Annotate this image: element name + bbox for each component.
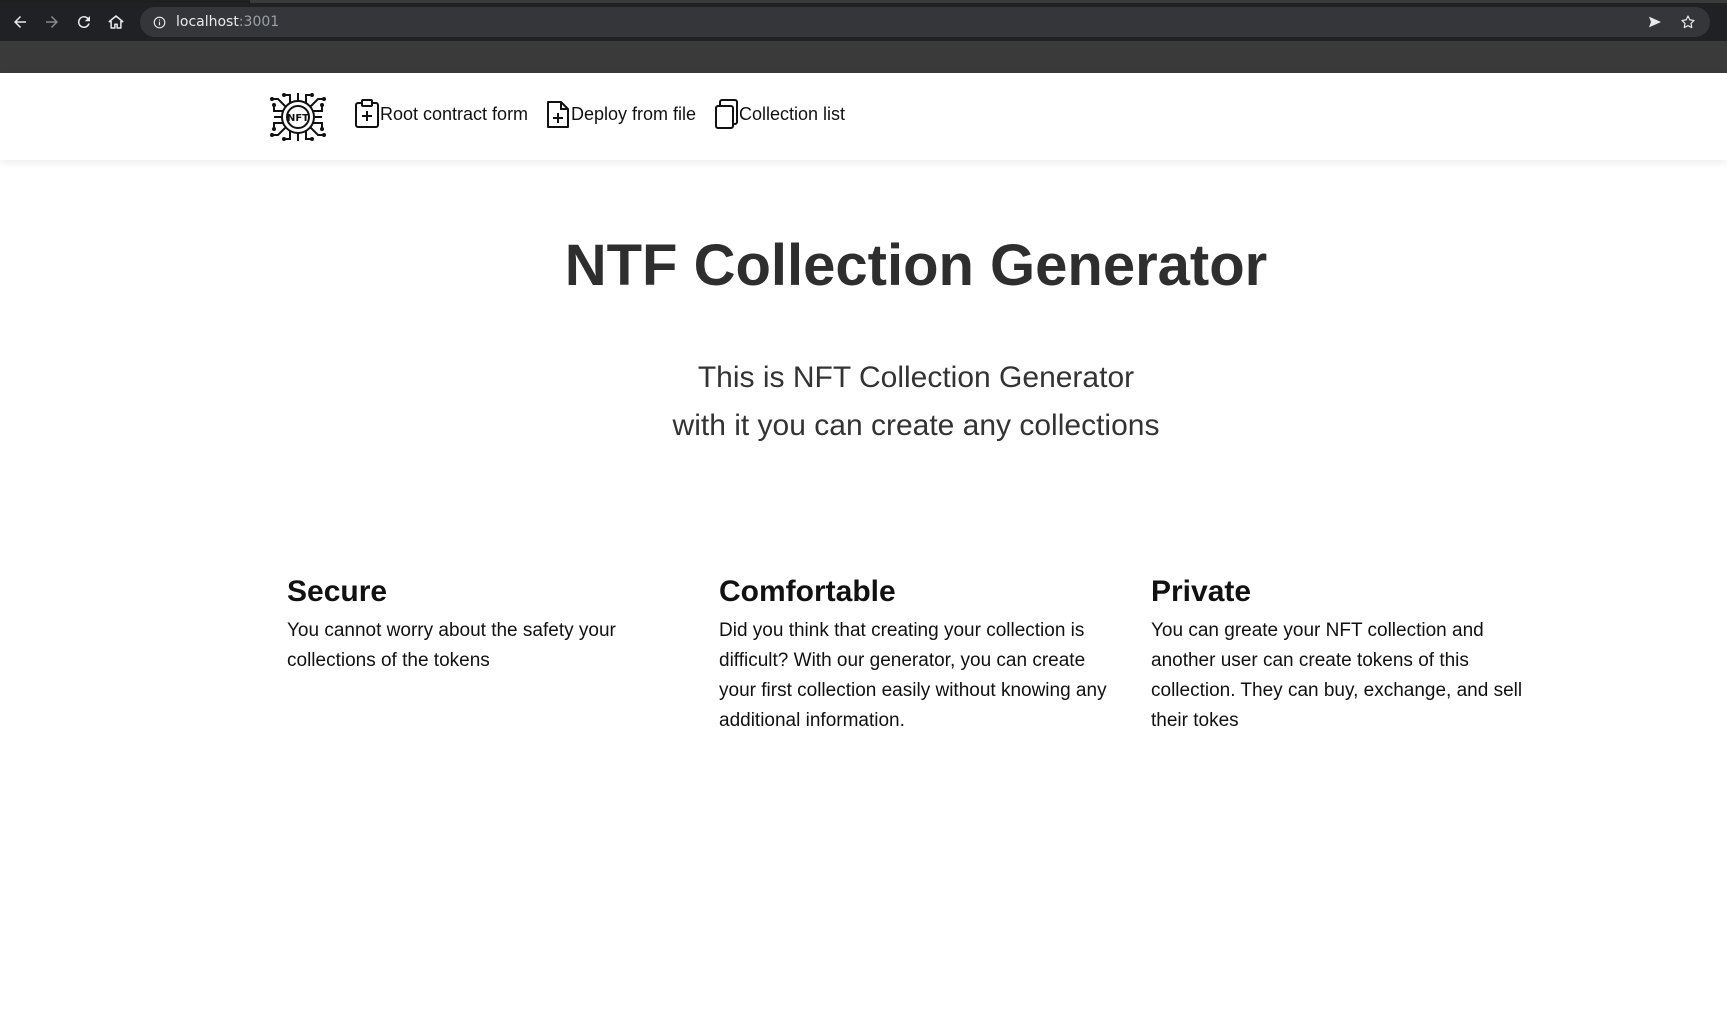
nav-link-label: Collection list [739,103,846,124]
feature-title: Secure [287,575,388,608]
home-icon [108,15,124,29]
nft-logo-icon[interactable]: NFT [268,87,328,147]
reload-button[interactable] [72,10,96,34]
nav-link-label: Deploy from file [571,103,697,124]
back-button[interactable] [8,10,32,34]
nav-link-root-contract-form[interactable]: Root contract form [354,99,528,129]
url-host: localhost [176,14,239,30]
info-icon[interactable] [152,15,166,29]
page-title: NTF Collection Generator [564,233,1268,298]
feature-text: You cannot worry about the safety your c… [287,620,616,671]
arrow-right-icon [46,16,58,28]
nav-link-collection-list[interactable]: Collection list [713,99,845,129]
feature-title: Comfortable [719,575,896,608]
nav-link-deploy-from-file[interactable]: Deploy from file [545,99,696,129]
copy-icon [715,99,738,129]
url-port: :3001 [238,14,280,30]
arrow-left-icon [14,16,26,28]
hero-subtitle-line-2: with it you can create any collections [672,409,1160,442]
feature-private: Private You can greate your NFT collecti… [1151,570,1551,736]
feature-title: Private [1151,575,1252,608]
star-icon [1681,15,1695,29]
forward-button[interactable] [40,10,64,34]
feature-text: Did you think that creating your collect… [719,620,1107,731]
browser-toolbar: localhost:3001 [0,3,1727,41]
file-plus-icon [547,101,569,128]
send-icon [1649,16,1661,28]
feature-text: You can greate your NFT collection and a… [1151,620,1523,731]
nav-link-label: Root contract form [380,103,529,124]
reload-icon [77,16,90,29]
browser-chrome: localhost:3001 [0,0,1727,73]
hero-subtitle-line-1: This is NFT Collection Generator [697,361,1135,394]
send-tab-button[interactable] [1643,10,1667,34]
hero-subtitle: This is NFT Collection Generator with it… [0,354,1727,450]
bookmark-button[interactable] [1676,10,1700,34]
feature-secure: Secure You cannot worry about the safety… [287,570,687,676]
clipboard-plus-icon [355,99,379,128]
address-bar[interactable]: localhost:3001 [140,7,1710,37]
feature-comfortable: Comfortable Did you think that creating … [719,570,1119,736]
svg-text:NFT: NFT [287,113,309,124]
home-button[interactable] [104,10,128,34]
site-navbar: NFT Root contract form Deploy from file … [0,73,1727,160]
